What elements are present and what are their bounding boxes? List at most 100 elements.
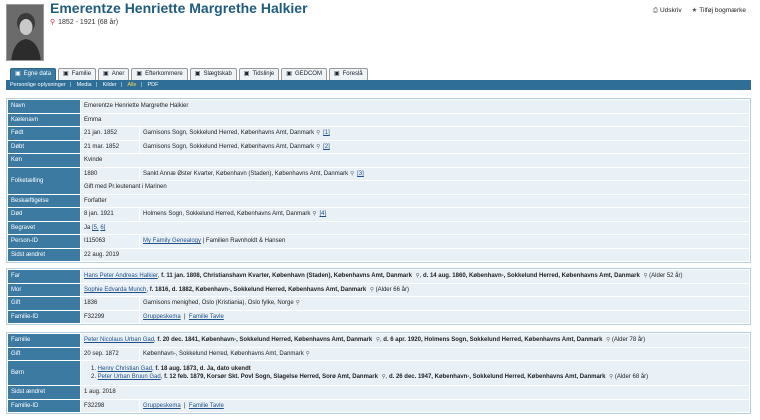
map-pin-icon[interactable]: ⚲ — [316, 144, 320, 150]
parents-table: Far Hans Peter Andreas Halkier, f. 11 jan… — [6, 268, 751, 325]
person-icon: ▣ — [15, 71, 21, 77]
source-link[interactable]: [2] — [323, 144, 330, 150]
tab-aner[interactable]: ▣ Aner — [98, 68, 130, 80]
subnav-alle[interactable]: Alle — [127, 82, 136, 88]
father-link[interactable]: Hans Peter Andreas Halkier — [84, 273, 158, 279]
mother-death: d. 1882, København-, Sokkelund Herred, K… — [171, 286, 368, 293]
row-label: Mor — [8, 283, 80, 296]
person-photo[interactable] — [6, 4, 44, 61]
row-label: Familie-ID — [8, 399, 80, 412]
map-pin-icon[interactable]: ⚲ — [416, 273, 420, 279]
child-death: d. 26 dec. 1947, København-, Sokkelund H… — [387, 374, 608, 380]
map-pin-icon[interactable]: ⚲ — [312, 211, 316, 217]
spouse-info: Peter Nicolaus Urban Gad, f. 20 dec. 184… — [81, 334, 749, 347]
tab-slaegtskab[interactable]: ▣ Slægtskab — [189, 68, 237, 80]
tab-efterkommere[interactable]: ▣ Efterkommere — [131, 68, 188, 80]
table-row: Kælenavn Emma — [8, 113, 749, 126]
map-pin-icon[interactable]: ⚲ — [296, 300, 300, 306]
table-row: Folketælling 1880 Sankt Annæ Øster Kvarter… — [8, 167, 749, 194]
print-label: Udskriv — [659, 7, 682, 14]
baptism-date: 21 mar. 1852 — [81, 140, 139, 153]
tab-familie[interactable]: ▣ Familie — [58, 68, 97, 80]
table-row: Familie-ID F32299 Gruppeskema | Familie Ta… — [8, 310, 749, 323]
map-pin-icon[interactable]: ⚲ — [316, 130, 320, 136]
source-link[interactable]: [3] — [357, 171, 364, 177]
map-pin-icon[interactable]: ⚲ — [382, 374, 386, 380]
child-link[interactable]: Peter Urban Bruun Gad — [98, 374, 161, 380]
row-label: Far — [8, 270, 80, 283]
tree-info: My Family Genealogy | Familien Ravnholdt… — [140, 235, 749, 248]
map-pin-icon[interactable]: ⚲ — [376, 337, 380, 343]
subnav-personlige[interactable]: Personlige oplysninger — [10, 82, 66, 88]
bookmark-button[interactable]: ★ Tilføj bogmærke — [691, 7, 746, 14]
descendants-icon: ▣ — [136, 71, 143, 77]
child-number: 1. — [91, 366, 98, 372]
marriage-place-text: København-, Sokkelund Herred, Københavns… — [143, 350, 304, 357]
tree-link[interactable]: My Family Genealogy — [143, 238, 201, 244]
relation-icon: ▣ — [194, 71, 201, 77]
birth-place-text: Garnisons Sogn, Sokkelund Herred, Københ… — [143, 130, 315, 137]
nickname-value: Emma — [81, 113, 749, 126]
row-label: Familie-ID — [8, 310, 80, 323]
map-pin-icon[interactable]: ⚲ — [306, 351, 310, 357]
tab-label: Familie — [71, 71, 92, 77]
row-label: Beskæftigelse — [8, 194, 80, 207]
separator: | — [140, 82, 142, 88]
life-dates-text: 1852 - 1921 (68 år) — [58, 19, 119, 26]
table-row: Person-ID I115063 My Family Genealogy | Fa… — [8, 235, 749, 248]
page-header: Emerentze Henriette Margrethe Halkier ⚲ 1… — [0, 0, 760, 68]
spouse-birth: f. 20 dec. 1841, København-, Sokkelund H… — [157, 337, 374, 344]
tab-label: Efterkommere — [145, 71, 183, 77]
spouse-link[interactable]: Peter Nicolaus Urban Gad — [84, 337, 154, 343]
life-dates: ⚲ 1852 - 1921 (68 år) — [50, 18, 118, 26]
table-row: Gift med Pr.leutenant i Marinen — [8, 181, 749, 194]
subnav-pdf[interactable]: PDF — [147, 82, 158, 88]
pin-icon: ⚲ — [50, 19, 56, 26]
census-place: Sankt Annæ Øster Kvarter, København (Sta… — [140, 167, 749, 180]
separator: | — [120, 82, 123, 88]
row-label: Folketælling — [8, 167, 80, 194]
tab-egne-data[interactable]: ▣ Egne data — [10, 68, 57, 80]
family-chart-link[interactable]: Familie Tavle — [189, 314, 224, 320]
child-link[interactable]: Henry Christian Gad — [98, 366, 152, 372]
family-links: Gruppeskema | Familie Tavle — [140, 310, 749, 323]
separator: | — [69, 82, 72, 88]
child-birth: f. 12 feb. 1879, Korsør Skt. Povl Sogn, … — [164, 374, 380, 380]
subnav-kilder[interactable]: Kilder — [103, 82, 117, 88]
print-button[interactable]: ⎙ Udskriv — [653, 7, 682, 14]
marriage-place: København-, Sokkelund Herred, Københavns… — [140, 347, 749, 360]
group-sheet-link[interactable]: Gruppeskema — [143, 314, 181, 320]
table-row: Familie-ID F32298 Gruppeskema | Familie Ta… — [8, 399, 749, 412]
tab-tidslinje[interactable]: ▣ Tidslinje — [238, 68, 280, 80]
father-birth: f. 11 jan. 1808, Christianshavn Kvarter,… — [161, 273, 414, 280]
suggest-icon: ▣ — [333, 71, 340, 77]
gedcom-icon: ▣ — [286, 71, 292, 77]
group-sheet-link[interactable]: Gruppeskema — [143, 403, 181, 409]
row-label: Gift — [8, 297, 80, 310]
death-date: 8 jan. 1921 — [81, 208, 139, 221]
table-row: Børn 1. Henry Christian Gad, f. 18 aug. … — [8, 361, 749, 385]
row-label: Sidst ændret — [8, 386, 80, 399]
tab-foresla[interactable]: ▣ Foreslå — [328, 68, 368, 80]
tab-gedcom[interactable]: ▣ GEDCOM — [281, 68, 327, 80]
printer-icon: ⎙ — [652, 7, 658, 14]
source-link[interactable]: [4] — [319, 211, 326, 217]
list-item: 2. Peter Urban Bruun Gad, f. 12 feb. 187… — [91, 374, 649, 380]
family-chart-link[interactable]: Familie Tavle — [189, 403, 224, 409]
tab-bar: ▣ Egne data ▣ Familie ▣ Aner ▣ Efterkommere … — [10, 68, 370, 80]
mother-link[interactable]: Sophie Edvarda Munch — [84, 287, 146, 293]
last-modified: 22 aug. 2019 — [81, 248, 749, 261]
baptism-place: Garnisons Sogn, Sokkelund Herred, Københ… — [140, 140, 749, 153]
occupation-value: Forfatter — [81, 194, 749, 207]
source-link[interactable]: [5, — [92, 225, 99, 231]
child-birth: f. 18 aug. 1873, — [155, 366, 200, 372]
row-label: Gift — [8, 347, 80, 360]
family-icon: ▣ — [63, 71, 69, 77]
table-row: Sidst ændret 22 aug. 2019 — [8, 248, 749, 261]
source-link[interactable]: 6] — [100, 225, 105, 231]
subnav-media[interactable]: Media — [77, 82, 92, 88]
tab-label: Slægtskab — [203, 71, 232, 77]
row-label: Person-ID — [8, 235, 80, 248]
map-pin-icon[interactable]: ⚲ — [350, 171, 354, 177]
source-link[interactable]: [1] — [323, 130, 330, 136]
